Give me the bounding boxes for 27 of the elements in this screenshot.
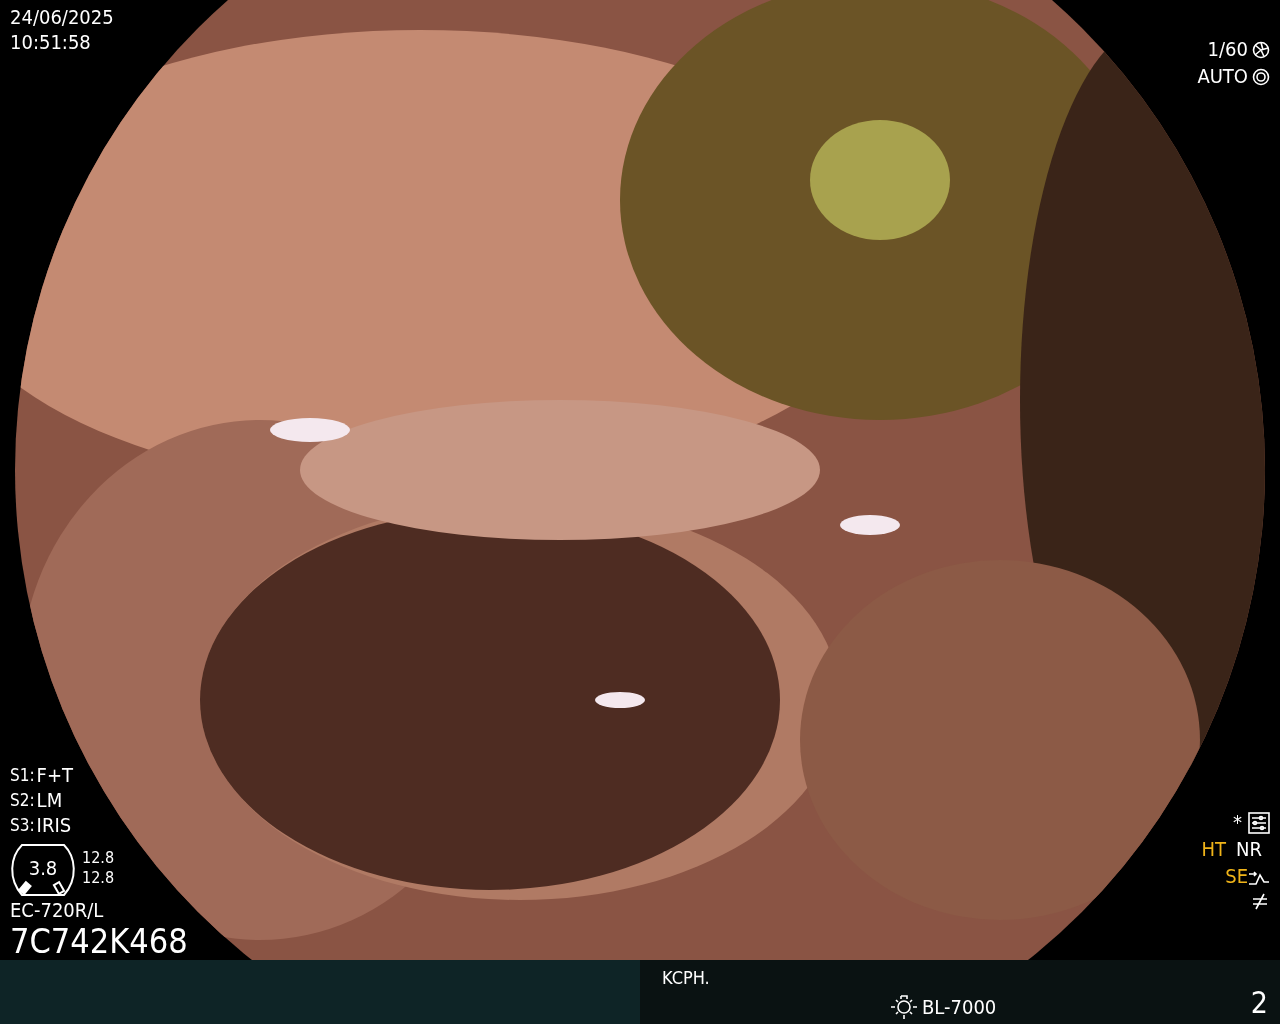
mode-indicator: SE: [1225, 865, 1248, 888]
asterisk-text: *: [1233, 811, 1242, 834]
gauge-value: 3.8: [28, 858, 58, 878]
not-equal-icon: [1250, 892, 1270, 910]
scope-model-text: EC-720R/L: [10, 899, 104, 922]
switch-value: F+T: [36, 764, 74, 787]
date-text: 24/06/2025: [10, 6, 114, 29]
switch-label: S3:: [10, 815, 35, 836]
mode-indicator: HT: [1201, 838, 1227, 861]
time-text: 10:51:58: [10, 31, 91, 54]
light-source-text: BL-7000: [922, 995, 997, 1019]
serial-number-text: 7C742K468: [10, 924, 188, 958]
switch-value: IRIS: [36, 814, 72, 837]
switch-label: S1:: [10, 765, 35, 786]
gauge-reading: 12.8: [82, 869, 115, 888]
page-number: 2: [1250, 985, 1268, 1020]
settings-icon: [1248, 811, 1270, 834]
switch-label: S2:: [10, 790, 35, 811]
aperture-icon: [1252, 67, 1270, 86]
shutter-icon: [1252, 40, 1270, 59]
iris-mode-text: AUTO: [1197, 65, 1248, 88]
footer-label: KCPH.: [662, 968, 711, 989]
gauge-reading: 12.8: [82, 848, 115, 867]
switch-value: LM: [36, 789, 63, 812]
lamp-icon: [890, 994, 918, 1020]
shutter-text: 1/60: [1207, 38, 1248, 61]
mode-indicator: NR: [1236, 838, 1262, 861]
